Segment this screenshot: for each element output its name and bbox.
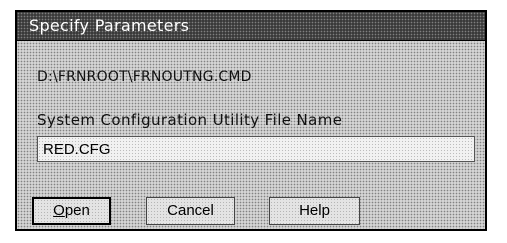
specify-parameters-dialog: Specify Parameters D:\FRNROOT\FRNOUTNG.C…	[15, 10, 487, 231]
open-button[interactable]: Open	[32, 197, 111, 225]
command-file-path: D:\FRNROOT\FRNOUTNG.CMD	[37, 69, 252, 85]
open-label-rest: pen	[64, 202, 90, 219]
cancel-button[interactable]: Cancel	[146, 197, 235, 225]
dialog-title: Specify Parameters	[29, 16, 190, 35]
config-file-name-label: System Configuration Utility File Name	[37, 111, 343, 129]
dialog-titlebar[interactable]: Specify Parameters	[17, 12, 485, 41]
open-mnemonic: O	[53, 202, 65, 219]
help-button[interactable]: Help	[269, 197, 360, 225]
config-file-name-input[interactable]	[37, 136, 475, 162]
